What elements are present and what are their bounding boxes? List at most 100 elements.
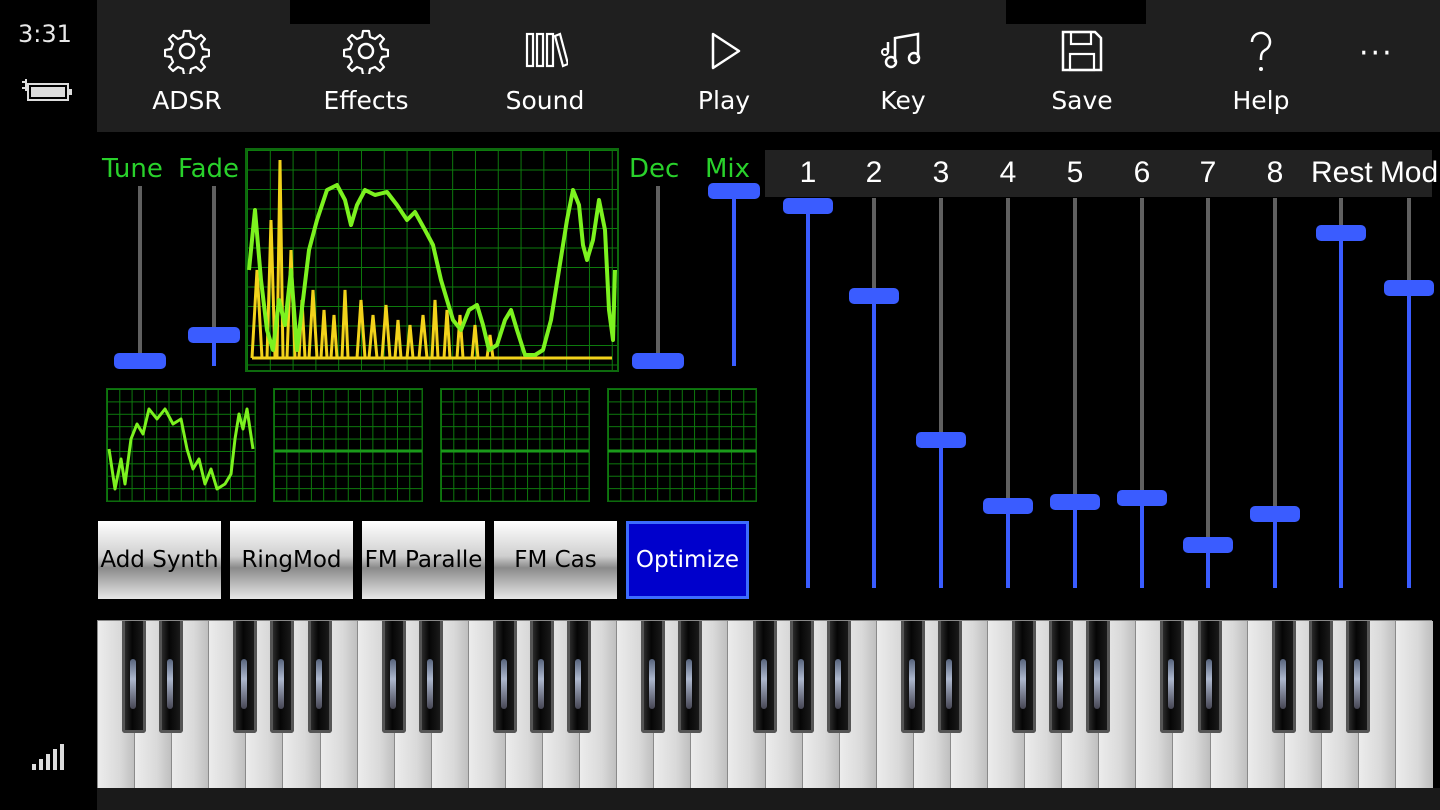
slider-thumb[interactable] xyxy=(1183,537,1233,554)
slider-track xyxy=(1407,198,1411,288)
help-icon xyxy=(1238,28,1284,78)
fm-parallel-button[interactable]: FM Paralle xyxy=(362,521,485,599)
optimize-button[interactable]: Optimize xyxy=(626,521,749,599)
black-key[interactable] xyxy=(1308,621,1333,733)
play-icon xyxy=(701,28,747,78)
slider-thumb[interactable] xyxy=(849,287,899,304)
black-key[interactable] xyxy=(1086,621,1111,733)
black-key[interactable] xyxy=(1271,621,1296,733)
adsr-label: ADSR xyxy=(152,86,222,115)
sound-button[interactable]: Sound xyxy=(470,0,620,132)
black-key[interactable] xyxy=(1049,621,1074,733)
status-bar: 3:31 xyxy=(0,0,97,810)
harmonic-label-rest: Rest xyxy=(1311,156,1373,189)
add-synth-button[interactable]: Add Synth xyxy=(98,521,221,599)
black-key[interactable] xyxy=(530,621,554,733)
black-key[interactable] xyxy=(270,621,295,733)
black-key[interactable] xyxy=(1012,621,1037,733)
slider-thumb[interactable] xyxy=(708,183,760,200)
slider-thumb[interactable] xyxy=(188,327,240,344)
save-label: Save xyxy=(1051,86,1113,115)
piano-keyboard[interactable] xyxy=(97,620,1433,789)
slider-fill xyxy=(1339,233,1343,588)
adsr-button[interactable]: ADSR xyxy=(112,0,262,132)
black-key[interactable] xyxy=(789,621,814,733)
dec-label: Dec xyxy=(629,154,680,184)
slider-track xyxy=(1140,198,1144,499)
waveform-scope xyxy=(245,148,619,372)
black-key[interactable] xyxy=(641,621,666,733)
slider-track xyxy=(1006,198,1010,507)
black-key[interactable] xyxy=(826,621,851,733)
slider-thumb[interactable] xyxy=(632,352,684,369)
black-key[interactable] xyxy=(1345,621,1370,733)
help-button[interactable]: Help xyxy=(1186,0,1336,132)
mix-label: Mix xyxy=(705,154,751,184)
black-key[interactable] xyxy=(678,621,703,733)
slider-thumb[interactable] xyxy=(1316,225,1366,242)
harmonic-label-3: 3 xyxy=(932,156,950,189)
black-key[interactable] xyxy=(233,621,258,733)
sound-label: Sound xyxy=(505,86,585,115)
harmonic-label-1: 1 xyxy=(799,156,817,189)
slider-thumb[interactable] xyxy=(916,431,966,448)
black-key[interactable] xyxy=(492,621,517,733)
black-key[interactable] xyxy=(159,621,184,733)
save-button[interactable]: Save xyxy=(1007,0,1157,132)
slider-fill xyxy=(1140,498,1144,588)
slider-fill xyxy=(1006,506,1010,588)
effects-label: Effects xyxy=(323,86,409,115)
library-icon xyxy=(522,28,570,78)
music-note-icon xyxy=(880,28,926,78)
gear-icon xyxy=(163,28,211,78)
slider-track xyxy=(656,186,660,361)
harmonic-label-4: 4 xyxy=(999,156,1017,189)
slider-track xyxy=(1073,198,1077,503)
fm-cascade-button[interactable]: FM Cas xyxy=(494,521,617,599)
black-key[interactable] xyxy=(1160,621,1185,733)
black-key[interactable] xyxy=(937,621,962,733)
black-key[interactable] xyxy=(381,621,406,733)
slider-thumb[interactable] xyxy=(1250,505,1300,522)
slider-track xyxy=(138,186,142,361)
black-key[interactable] xyxy=(752,621,777,733)
harmonic-label-8: 8 xyxy=(1266,156,1284,189)
slider-thumb[interactable] xyxy=(1050,494,1100,511)
bottom-bar xyxy=(97,788,1440,810)
black-key[interactable] xyxy=(900,621,925,733)
harmonic-label-5: 5 xyxy=(1066,156,1084,189)
play-button[interactable]: Play xyxy=(649,0,799,132)
slider-fill xyxy=(806,205,810,588)
battery-charging-icon xyxy=(20,76,74,106)
ring-mod-button[interactable]: RingMod xyxy=(230,521,353,599)
slider-thumb[interactable] xyxy=(114,352,166,369)
harmonic-label-6: 6 xyxy=(1133,156,1151,189)
slider-fill xyxy=(732,191,736,366)
tune-label: Tune xyxy=(102,154,163,184)
slider-thumb[interactable] xyxy=(983,498,1033,515)
slider-track xyxy=(212,186,216,336)
slider-fill xyxy=(1273,513,1277,588)
key-button[interactable]: Key xyxy=(828,0,978,132)
slider-track xyxy=(939,198,943,440)
operator-scope-4 xyxy=(607,388,757,502)
spectrum-display xyxy=(247,159,617,360)
slider-thumb[interactable] xyxy=(1117,490,1167,507)
harmonic-label-2: 2 xyxy=(865,156,883,189)
white-key[interactable] xyxy=(1394,621,1433,789)
fade-label: Fade xyxy=(178,154,240,184)
slider-fill xyxy=(872,295,876,588)
black-key[interactable] xyxy=(418,621,443,733)
black-key[interactable] xyxy=(567,621,592,733)
slider-thumb[interactable] xyxy=(1384,279,1434,296)
harmonic-label-7: 7 xyxy=(1199,156,1217,189)
effects-button[interactable]: Effects xyxy=(291,0,441,132)
more-options-button[interactable]: ··· xyxy=(1359,36,1394,71)
clock: 3:31 xyxy=(18,20,72,48)
black-key[interactable] xyxy=(307,621,332,733)
slider-thumb[interactable] xyxy=(783,197,833,214)
operator-scope-3 xyxy=(440,388,590,502)
gear-icon xyxy=(342,28,390,78)
black-key[interactable] xyxy=(122,621,147,733)
black-key[interactable] xyxy=(1197,621,1222,733)
